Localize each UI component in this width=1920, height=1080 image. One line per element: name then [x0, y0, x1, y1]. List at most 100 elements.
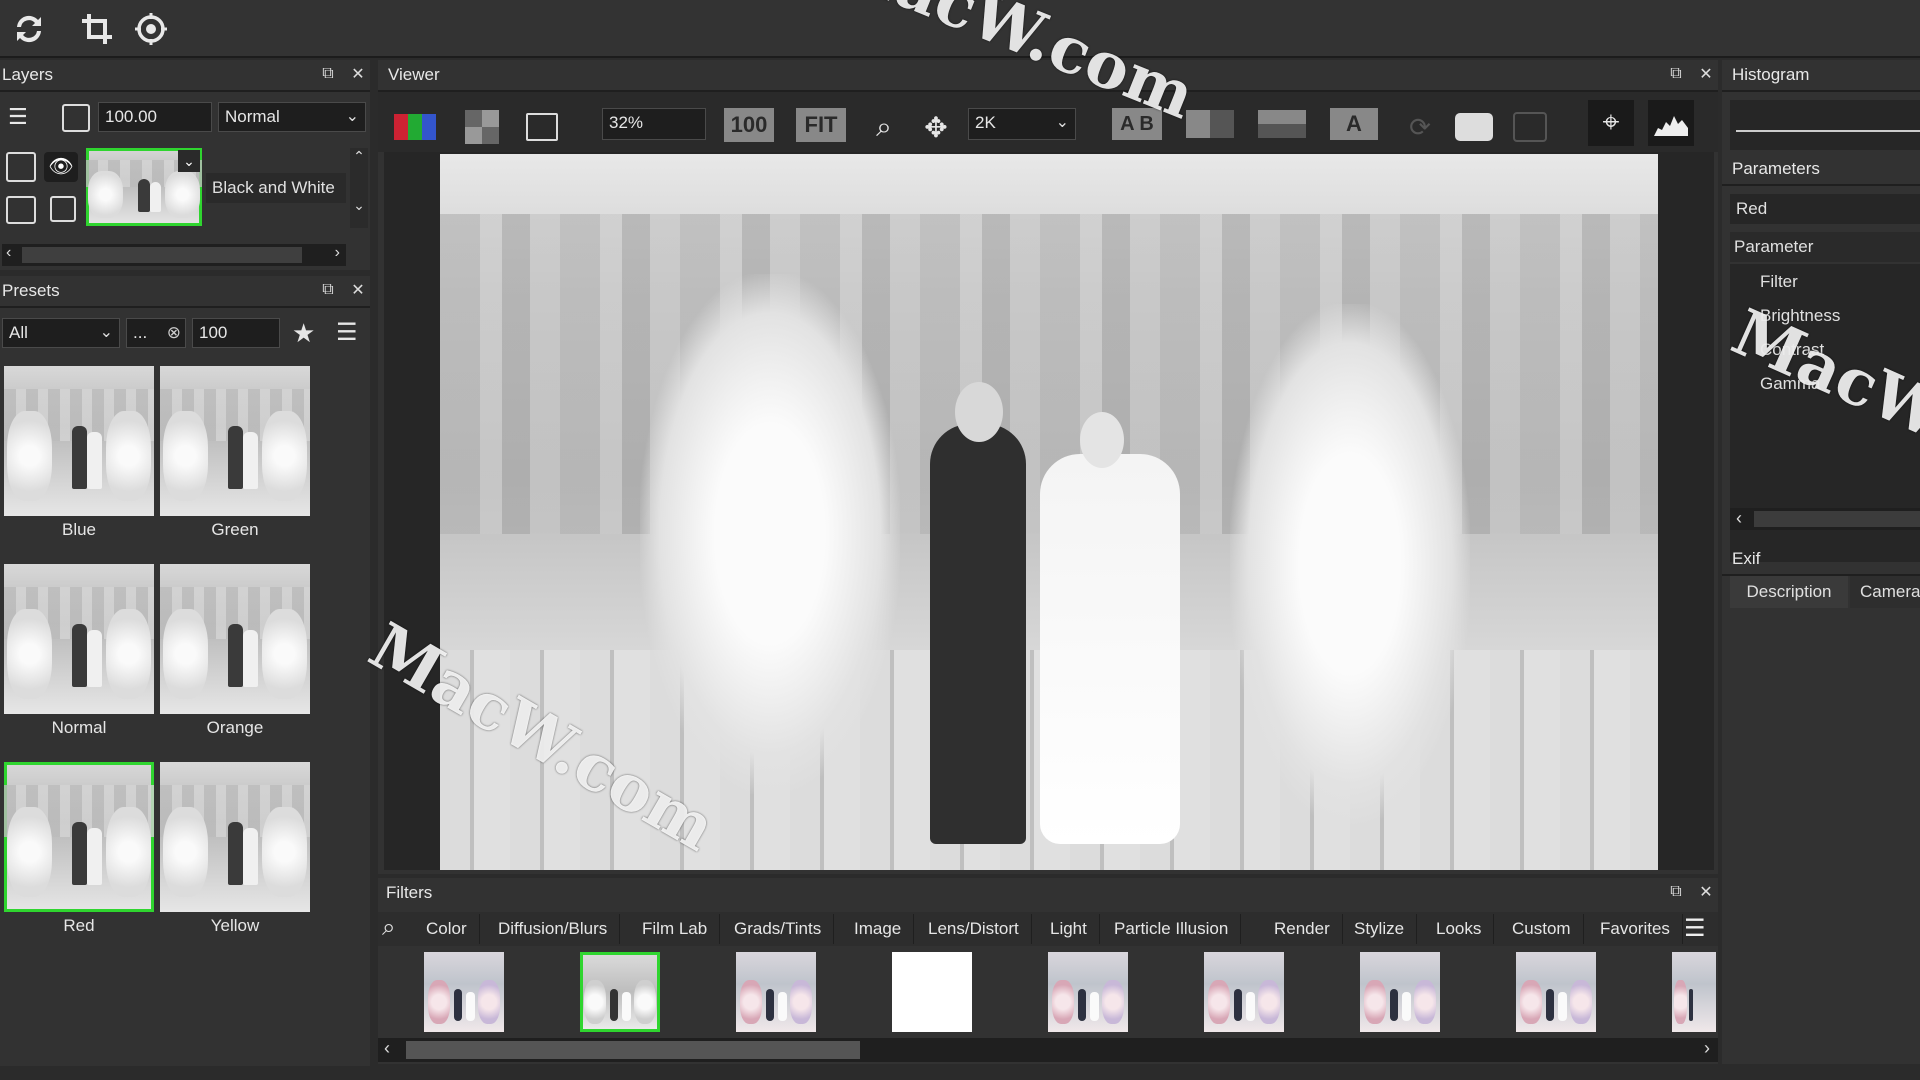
- preset-thumbnail[interactable]: [160, 762, 310, 912]
- layer-mask-icon[interactable]: [62, 104, 90, 132]
- float-icon[interactable]: ⧉: [1668, 65, 1684, 82]
- filter-thumbnail[interactable]: [1516, 952, 1596, 1032]
- chevron-right-icon[interactable]: ›: [335, 244, 340, 262]
- menu-icon[interactable]: ☰: [336, 318, 358, 347]
- parameter-item[interactable]: Filter: [1760, 272, 1798, 292]
- add-layer-icon[interactable]: ☰: [8, 104, 36, 132]
- split-horizontal-icon[interactable]: [1258, 108, 1306, 140]
- crosshair-icon[interactable]: ⌖: [1588, 100, 1634, 146]
- tab-exif-description[interactable]: Description: [1730, 576, 1848, 608]
- histogram-icon[interactable]: [1648, 100, 1694, 146]
- parameter-header: Parameter: [1730, 232, 1920, 262]
- zoom-icon[interactable]: ⌕: [866, 106, 902, 148]
- preset-thumbnail[interactable]: [160, 564, 310, 714]
- filter-thumbnail[interactable]: [1360, 952, 1440, 1032]
- layers-horizontal-scrollbar[interactable]: ‹ ›: [2, 244, 346, 266]
- tab-diffusion-blurs[interactable]: Diffusion/Blurs: [486, 914, 621, 944]
- close-icon[interactable]: ✕: [1698, 66, 1714, 83]
- image-icon[interactable]: [524, 106, 560, 148]
- close-icon[interactable]: ✕: [350, 282, 366, 299]
- filter-thumbnail[interactable]: [1672, 952, 1716, 1032]
- filter-thumbnail[interactable]: [1048, 952, 1128, 1032]
- refresh-icon[interactable]: [8, 8, 50, 50]
- chevron-down-icon[interactable]: ⌄: [178, 150, 200, 172]
- preset-category-value: All: [9, 323, 28, 342]
- clear-icon[interactable]: ⊗: [167, 319, 181, 347]
- pan-icon[interactable]: ✥: [918, 106, 954, 148]
- close-icon[interactable]: ✕: [350, 66, 366, 83]
- overlay-text-icon[interactable]: A: [1330, 108, 1378, 140]
- tab-custom[interactable]: Custom: [1500, 914, 1584, 944]
- preset-thumbnail[interactable]: [4, 366, 154, 516]
- chevron-right-icon[interactable]: ›: [1704, 1038, 1710, 1059]
- preset-size-field[interactable]: 100: [192, 318, 280, 348]
- search-icon[interactable]: ⌕: [382, 914, 395, 942]
- resolution-select[interactable]: 2K ⌄: [968, 108, 1076, 140]
- tab-image[interactable]: Image: [842, 914, 915, 944]
- preset-thumbnail[interactable]: [4, 564, 154, 714]
- zoom-field[interactable]: 32%: [602, 108, 706, 140]
- tab-favorites[interactable]: Favorites: [1588, 914, 1683, 944]
- split-vertical-icon[interactable]: [1186, 108, 1234, 140]
- float-icon[interactable]: ⧉: [1668, 883, 1684, 900]
- tab-grads-tints[interactable]: Grads/Tints: [722, 914, 835, 944]
- zoom-100-button[interactable]: 100: [724, 108, 774, 142]
- histogram-display: [1730, 100, 1920, 150]
- tab-lens-distort[interactable]: Lens/Distort: [916, 914, 1032, 944]
- parameters-preset-value[interactable]: Red: [1730, 194, 1920, 224]
- float-icon[interactable]: ⧉: [320, 65, 336, 82]
- menu-icon[interactable]: ☰: [1684, 914, 1706, 943]
- rgb-channels-icon[interactable]: [392, 106, 438, 148]
- layer-name[interactable]: Black and White: [206, 173, 346, 203]
- chevron-left-icon[interactable]: ‹: [1736, 508, 1742, 529]
- chevron-left-icon[interactable]: ‹: [384, 1038, 390, 1059]
- chevron-down-icon: ⌄: [1055, 114, 1069, 131]
- resolution-value: 2K: [975, 113, 996, 132]
- preset-thumbnail-selected[interactable]: [4, 762, 154, 912]
- parameters-title: Parameters: [1732, 159, 1820, 178]
- layers-window-controls: ⧉ ✕: [320, 65, 366, 83]
- filter-thumbnail[interactable]: [1204, 952, 1284, 1032]
- edit-layer-icon[interactable]: [6, 152, 36, 182]
- star-icon[interactable]: ★: [292, 318, 315, 349]
- eye-icon[interactable]: 👁: [44, 152, 78, 182]
- divider: [1722, 184, 1920, 186]
- filter-thumbnail[interactable]: [892, 952, 972, 1032]
- filter-thumbnail-selected[interactable]: [580, 952, 660, 1032]
- mask-icon[interactable]: [50, 196, 76, 222]
- chevron-down-icon: ⌄: [99, 324, 113, 341]
- close-icon[interactable]: ✕: [1698, 884, 1714, 901]
- tab-color[interactable]: Color: [414, 914, 480, 944]
- fit-button[interactable]: FIT: [796, 108, 846, 142]
- filter-thumbnail[interactable]: [736, 952, 816, 1032]
- blend-mode-select[interactable]: Normal ⌄: [218, 102, 366, 132]
- target-icon[interactable]: [130, 8, 172, 50]
- parameters-horizontal-scrollbar[interactable]: ‹: [1730, 508, 1920, 530]
- preset-search-field[interactable]: ... ⊗: [126, 318, 186, 348]
- snapshot-icon[interactable]: [1452, 106, 1496, 148]
- tab-light[interactable]: Light: [1038, 914, 1100, 944]
- tab-stylize[interactable]: Stylize: [1342, 914, 1418, 944]
- display-icon[interactable]: [6, 196, 36, 224]
- tab-film-lab[interactable]: Film Lab: [630, 914, 721, 944]
- layer-scrollbar[interactable]: ⌃ ⌄: [350, 148, 368, 228]
- tab-render[interactable]: Render: [1262, 914, 1343, 944]
- viewer-title: Viewer: [388, 65, 440, 84]
- tab-particle-illusion[interactable]: Particle Illusion: [1102, 914, 1242, 944]
- tab-exif-camera[interactable]: Camera: [1850, 576, 1920, 608]
- preset-category-select[interactable]: All ⌄: [2, 318, 120, 348]
- crop-icon[interactable]: [76, 8, 118, 50]
- preset-thumbnail[interactable]: [160, 366, 310, 516]
- filter-thumbnail[interactable]: [424, 952, 504, 1032]
- checkerboard-icon[interactable]: [464, 106, 500, 148]
- filters-horizontal-scrollbar[interactable]: ‹ ›: [378, 1038, 1718, 1062]
- float-icon[interactable]: ⧉: [320, 281, 336, 298]
- filters-title: Filters: [386, 883, 433, 902]
- histogram-title: Histogram: [1732, 65, 1810, 84]
- opacity-field[interactable]: 100.00: [98, 102, 212, 132]
- chevron-left-icon[interactable]: ‹: [6, 244, 11, 262]
- tab-looks[interactable]: Looks: [1424, 914, 1495, 944]
- preset-label: Normal: [51, 718, 107, 737]
- presets-title: Presets: [2, 281, 60, 300]
- layer-thumbnail[interactable]: ⌄: [86, 148, 202, 226]
